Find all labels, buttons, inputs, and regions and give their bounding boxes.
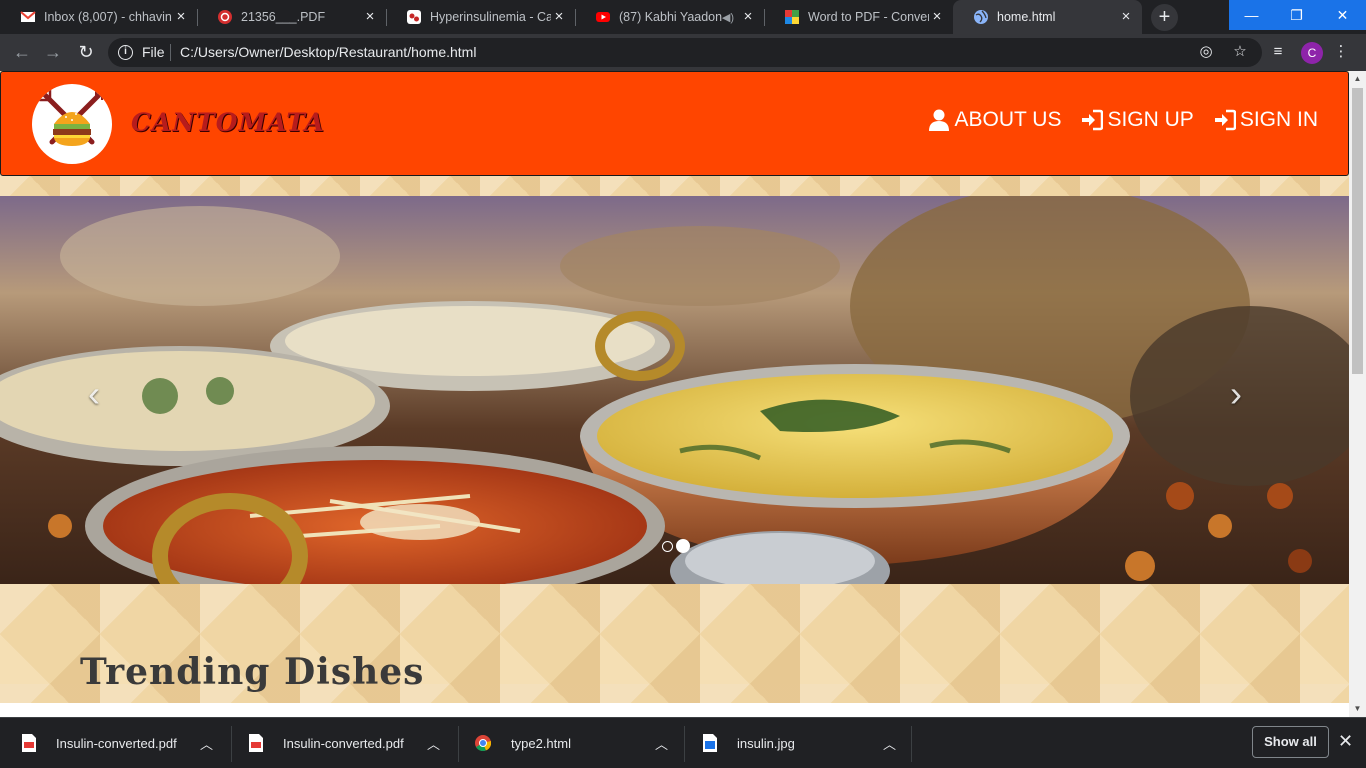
tab-gmail[interactable]: Inbox (8,007) - chhavin × [0,0,197,34]
carousel-indicators [662,539,690,553]
download-name: Insulin-converted.pdf [56,735,177,751]
url-scheme: File [142,44,165,60]
url-text[interactable]: C:/Users/Owner/Desktop/Restaurant/home.h… [180,44,476,60]
carousel-next-icon[interactable]: › [1230,376,1242,412]
close-tab-icon[interactable]: × [929,9,945,25]
site-nav: ABOUT US SIGN UP SIGN IN [928,108,1318,132]
new-tab-button[interactable]: + [1151,4,1178,31]
show-all-button[interactable]: Show all [1252,726,1329,758]
page-viewport: CANTOMATA ABOUT US SIGN UP SIGN IN ‹ › T… [0,71,1349,703]
tab-hyperinsulinemia[interactable]: Hyperinsulinemia - Cau × [386,0,575,34]
tab-word-to-pdf[interactable]: Word to PDF - Convert × [764,0,953,34]
scrollbar-thumb[interactable] [1352,88,1363,374]
carousel-indicator-active[interactable] [676,539,690,553]
close-tab-icon[interactable]: × [1118,9,1134,25]
blocked-cookies-icon[interactable]: ◎ [1196,42,1216,62]
site-icon [407,10,421,24]
tab-title: Inbox (8,007) - chhavin [44,10,172,24]
converter-icon [785,10,799,24]
burger-logo-icon [36,86,109,146]
food-photo [0,196,1349,584]
chevron-up-icon[interactable]: ︿ [655,734,668,753]
profile-avatar[interactable]: C [1301,42,1323,64]
hero-carousel[interactable]: ‹ › [0,196,1349,584]
sign-in-icon [1082,109,1104,131]
section-title: Trending Dishes [80,651,425,693]
maximize-button[interactable]: ❐ [1274,0,1319,30]
tab-title: 21356___.PDF [241,10,326,24]
browser-toolbar: ← → ↻ i File C:/Users/Owner/Desktop/Rest… [0,34,1366,71]
carousel-prev-icon[interactable]: ‹ [88,376,100,412]
image-file-icon [703,734,717,752]
window-close-button[interactable]: ✕ [1319,0,1366,30]
omnibox-divider [170,44,171,61]
bookmark-star-icon[interactable]: ☆ [1230,42,1250,62]
gmail-icon [20,11,36,22]
page-bottom-strip [0,703,1349,717]
menu-dots-icon[interactable]: ⋮ [1331,42,1351,62]
chevron-up-icon[interactable]: ︿ [883,734,896,753]
brand-name[interactable]: CANTOMATA [131,108,325,137]
user-icon [929,109,950,131]
download-item[interactable]: Insulin-converted.pdf ︿ [22,718,222,768]
tab-pdf[interactable]: 21356___.PDF × [197,0,386,34]
pdf-file-icon [249,734,263,752]
sign-in-icon [1214,109,1236,131]
carousel-indicator[interactable] [662,540,673,552]
background-pattern [0,176,1349,196]
close-tab-icon[interactable]: × [551,9,567,25]
address-bar[interactable]: i File C:/Users/Owner/Desktop/Restaurant… [108,38,1262,67]
tab-youtube[interactable]: (87) Kabhi Yaadon M ◀) × [575,0,764,34]
pdf-file-icon [22,734,36,752]
download-item[interactable]: Insulin-converted.pdf ︿ [249,718,449,768]
tab-title: Hyperinsulinemia - Cau [430,10,551,24]
close-tab-icon[interactable]: × [740,9,756,25]
scroll-up-icon[interactable]: ▲ [1352,73,1363,85]
chevron-up-icon[interactable]: ︿ [200,734,213,753]
nav-label: SIGN UP [1107,108,1194,131]
tab-strip: Inbox (8,007) - chhavin × 21356___.PDF ×… [0,0,1366,34]
nav-about-us[interactable]: ABOUT US [928,108,1061,132]
close-tab-icon[interactable]: × [362,9,378,25]
close-tab-icon[interactable]: × [173,9,189,25]
download-item[interactable]: insulin.jpg ︿ [703,718,903,768]
pdf-app-icon [218,10,232,24]
tab-title: Word to PDF - Convert [808,10,929,24]
download-divider [458,726,459,762]
back-button[interactable]: ← [10,40,34,64]
info-icon[interactable]: i [118,45,133,60]
tab-title: home.html [997,10,1056,24]
globe-icon [974,10,988,24]
youtube-icon [596,12,610,22]
speaker-icon[interactable]: ◀) [722,11,734,24]
download-name: insulin.jpg [737,735,795,751]
close-shelf-icon[interactable]: ✕ [1338,731,1353,752]
scroll-down-icon[interactable]: ▼ [1352,703,1363,715]
download-item[interactable]: type2.html ︿ [475,718,675,768]
media-queue-icon[interactable]: ≡ [1268,42,1288,62]
reload-button[interactable]: ↻ [74,40,98,64]
site-header: CANTOMATA ABOUT US SIGN UP SIGN IN [0,71,1349,176]
download-name: type2.html [511,735,571,751]
nav-label: ABOUT US [954,108,1062,131]
chrome-icon [475,735,491,751]
download-divider [231,726,232,762]
minimize-button[interactable]: — [1229,0,1274,30]
nav-label: SIGN IN [1239,108,1318,131]
tab-home-html[interactable]: home.html × [953,0,1142,34]
nav-sign-up[interactable]: SIGN UP [1081,108,1194,132]
download-shelf: Insulin-converted.pdf ︿ Insulin-converte… [0,717,1366,768]
logo[interactable] [32,84,112,164]
chevron-up-icon[interactable]: ︿ [427,734,440,753]
download-divider [911,726,912,762]
download-divider [684,726,685,762]
download-name: Insulin-converted.pdf [283,735,404,751]
nav-sign-in[interactable]: SIGN IN [1214,108,1318,132]
forward-button[interactable]: → [41,40,65,64]
tab-title: (87) Kabhi Yaadon M [619,10,722,24]
